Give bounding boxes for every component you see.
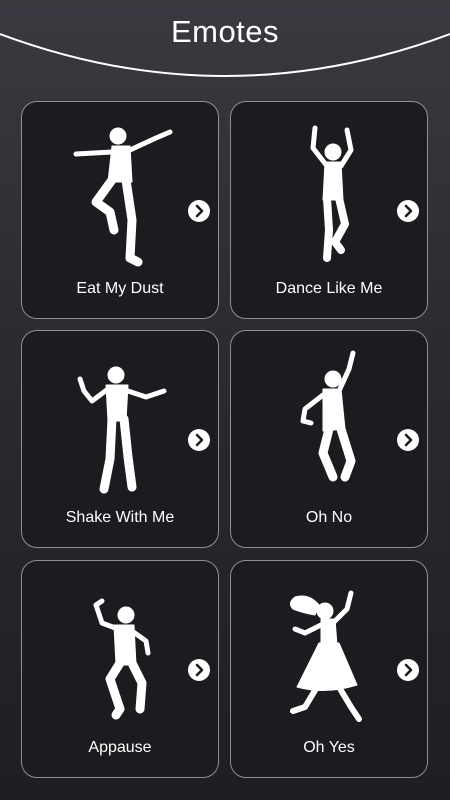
chevron-right-icon[interactable] (188, 200, 210, 222)
emote-label: Oh No (305, 509, 353, 526)
emote-card-oh-no[interactable]: Oh No (230, 330, 428, 548)
dancer-dress-icon (289, 590, 362, 722)
emote-label: Eat My Dust (76, 280, 164, 297)
dancer-arms-up-icon (310, 125, 354, 262)
emote-card-shake-with-me[interactable]: Shake With Me (21, 330, 219, 548)
dancer-kick-icon (73, 127, 173, 267)
chevron-right-icon[interactable] (188, 659, 210, 681)
dancer-arms-out-icon (77, 366, 167, 494)
emote-card-dance-like-me[interactable]: Dance Like Me (230, 101, 428, 319)
emote-label: Shake With Me (65, 509, 175, 526)
chevron-right-icon[interactable] (397, 200, 419, 222)
emote-grid: Eat My Dust Dance Like Me Shake With Me … (0, 0, 450, 800)
emote-card-oh-yes[interactable]: Oh Yes (230, 560, 428, 778)
chevron-right-icon[interactable] (397, 429, 419, 451)
dancer-reach-icon (300, 350, 356, 482)
emote-label: Dance Like Me (275, 280, 383, 297)
chevron-right-icon[interactable] (188, 429, 210, 451)
emote-label: Oh Yes (303, 739, 355, 756)
dancer-clap-icon (93, 598, 151, 720)
chevron-right-icon[interactable] (397, 659, 419, 681)
emote-card-eat-my-dust[interactable]: Eat My Dust (21, 101, 219, 319)
emote-card-appause[interactable]: Appause (21, 560, 219, 778)
emote-label: Appause (88, 739, 152, 756)
